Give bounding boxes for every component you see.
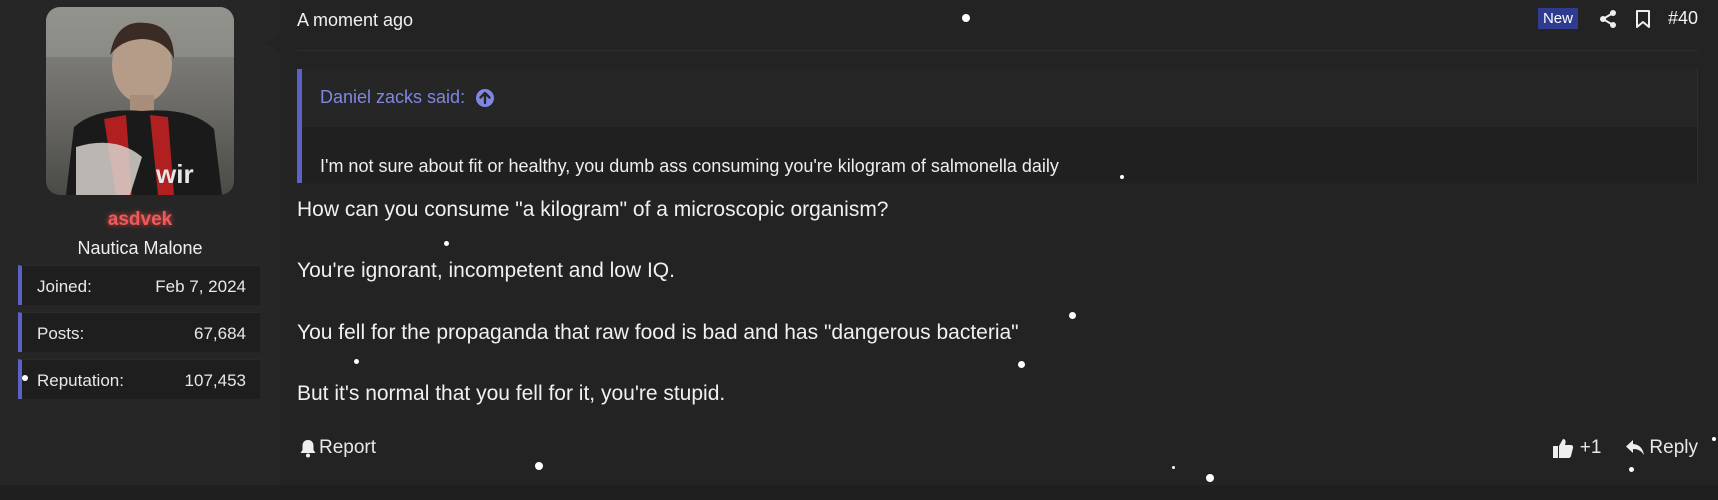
snowflake bbox=[1712, 437, 1716, 441]
reply-label: Reply bbox=[1649, 437, 1698, 458]
arrow-up-circle-icon[interactable] bbox=[475, 88, 495, 108]
stat-value: 107,453 bbox=[184, 371, 246, 390]
stat-label: Joined: bbox=[37, 277, 92, 296]
share-icon[interactable] bbox=[1598, 9, 1618, 29]
new-badge: New bbox=[1537, 8, 1578, 29]
snowflake bbox=[1069, 312, 1076, 319]
snowflake bbox=[535, 462, 543, 470]
reply-icon bbox=[1626, 440, 1645, 455]
report-button[interactable]: Report bbox=[299, 437, 376, 459]
stat-label: Reputation: bbox=[37, 371, 124, 390]
post-footer-actions: +1 Reply bbox=[1528, 437, 1698, 459]
post-paragraph: How can you consume "a kilogram" of a mi… bbox=[297, 198, 889, 221]
bell-icon bbox=[300, 440, 316, 458]
snowflake bbox=[1120, 175, 1124, 179]
post-paragraph: You're ignorant, incompetent and low IQ. bbox=[297, 259, 675, 282]
sidebar-arrow bbox=[266, 34, 280, 52]
snowflake bbox=[1018, 361, 1025, 368]
quote-attribution[interactable]: Daniel zacks said: bbox=[320, 87, 495, 108]
bookmark-icon[interactable] bbox=[1634, 9, 1652, 29]
snowflake bbox=[1206, 474, 1214, 482]
avatar[interactable]: wir bbox=[46, 7, 234, 195]
post-paragraph: You fell for the propaganda that raw foo… bbox=[297, 321, 1019, 344]
quote-text: I'm not sure about fit or healthy, you d… bbox=[320, 156, 1059, 176]
post-author-sidebar: wir asdvek Nautica Malone Joined: Feb 7,… bbox=[0, 0, 280, 485]
post-number[interactable]: #40 bbox=[1668, 8, 1698, 29]
snowflake bbox=[962, 14, 970, 22]
quote-block: Daniel zacks said: I'm not sure about fi… bbox=[297, 69, 1698, 183]
report-label: Report bbox=[319, 437, 377, 458]
post-date[interactable]: A moment ago bbox=[297, 10, 413, 31]
reaction-count: +1 bbox=[1579, 437, 1602, 458]
thumbs-up-icon bbox=[1552, 439, 1573, 458]
reply-button[interactable]: Reply bbox=[1625, 437, 1698, 459]
like-button[interactable]: +1 bbox=[1552, 437, 1602, 459]
snowflake bbox=[1629, 467, 1634, 472]
post-paragraph: But it's normal that you fell for it, yo… bbox=[297, 382, 726, 405]
stat-reputation: Reputation: 107,453 bbox=[18, 359, 260, 399]
stat-value[interactable]: 67,684 bbox=[194, 324, 246, 344]
stat-posts: Posts: 67,684 bbox=[18, 312, 260, 352]
header-divider bbox=[297, 50, 1698, 51]
stat-joined: Joined: Feb 7, 2024 bbox=[18, 265, 260, 305]
stat-label: Posts: bbox=[37, 324, 85, 343]
post-main: A moment ago New #40 Daniel zacks said: … bbox=[280, 0, 1718, 485]
snowflake bbox=[22, 375, 28, 381]
quote-author[interactable]: Daniel zacks said: bbox=[320, 87, 465, 108]
snowflake bbox=[1172, 466, 1175, 469]
svg-text:wir: wir bbox=[155, 159, 194, 189]
post-header-actions: New #40 bbox=[1537, 8, 1698, 29]
snowflake bbox=[354, 359, 359, 364]
username[interactable]: asdvek bbox=[0, 209, 280, 231]
forum-post: wir asdvek Nautica Malone Joined: Feb 7,… bbox=[0, 0, 1718, 485]
snowflake bbox=[444, 241, 449, 246]
user-title: Nautica Malone bbox=[77, 238, 203, 258]
stat-value: Feb 7, 2024 bbox=[155, 277, 246, 296]
